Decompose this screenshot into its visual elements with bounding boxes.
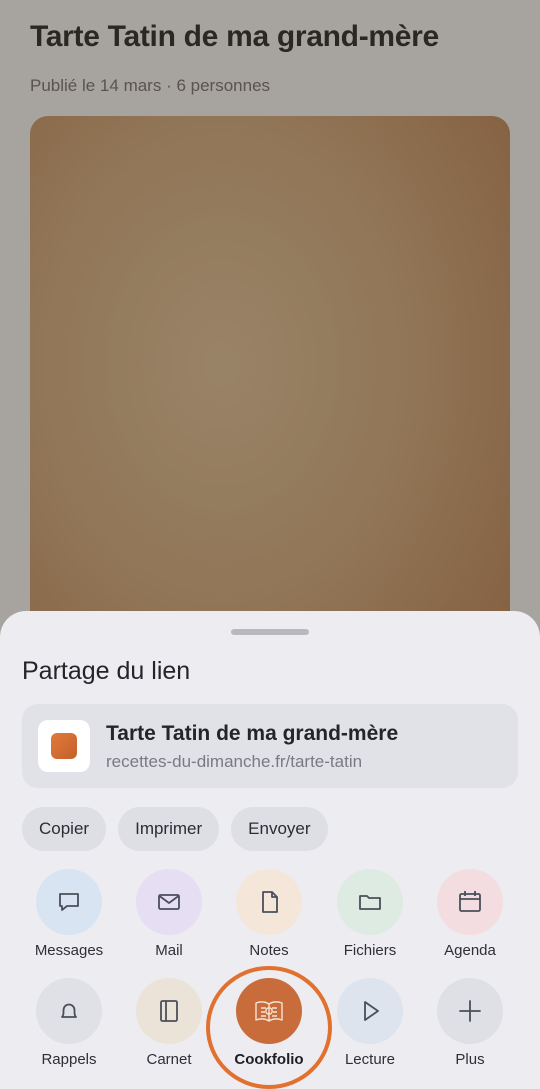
share-target-mail[interactable]: Mail [119,869,219,959]
share-target-label: Mail [155,942,183,959]
share-sheet-title: Partage du lien [22,657,191,685]
folder-icon [337,869,403,935]
send-button[interactable]: Envoyer [231,807,328,851]
app-logo-icon [51,733,77,759]
link-title: Tarte Tatin de ma grand-mère [106,722,399,745]
share-target-notebook[interactable]: Carnet [119,978,219,1068]
share-target-reading[interactable]: Lecture [320,978,420,1068]
quick-actions: Copier Imprimer Envoyer [22,807,328,851]
link-thumbnail [38,720,90,772]
share-target-files[interactable]: Fichiers [320,869,420,959]
cookbook-icon [236,978,302,1044]
share-target-reminders[interactable]: Rappels [19,978,119,1068]
play-icon [337,978,403,1044]
share-target-more[interactable]: Plus [420,978,520,1068]
sheet-drag-handle[interactable] [231,629,309,635]
chat-bubble-icon [36,869,102,935]
plus-icon [437,978,503,1044]
share-target-label: Messages [34,942,104,959]
share-target-label: Agenda [444,942,496,959]
link-preview-card: Tarte Tatin de ma grand-mère recettes-du… [22,704,518,788]
share-sheet: Partage du lien Tarte Tatin de ma grand-… [0,611,540,1089]
document-icon [236,869,302,935]
share-target-label: Cookfolio [234,1051,304,1068]
share-target-label: Fichiers [343,942,397,959]
envelope-icon [136,869,202,935]
share-target-label: Plus [455,1051,485,1068]
share-target-label: Lecture [344,1051,396,1068]
share-target-messages[interactable]: Messages [19,869,119,959]
print-button[interactable]: Imprimer [118,807,220,851]
share-target-label: Notes [249,942,289,959]
copy-button[interactable]: Copier [22,807,107,851]
share-target-label: Carnet [146,1051,192,1068]
share-target-notes[interactable]: Notes [219,869,319,959]
share-target-label: Rappels [41,1051,97,1068]
link-url: recettes-du-dimanche.fr/tarte-tatin [106,752,363,771]
notebook-icon [136,978,202,1044]
calendar-icon [437,869,503,935]
share-target-calendar[interactable]: Agenda [420,869,520,959]
bell-icon [36,978,102,1044]
share-target-cookfolio[interactable]: Cookfolio [219,978,319,1068]
